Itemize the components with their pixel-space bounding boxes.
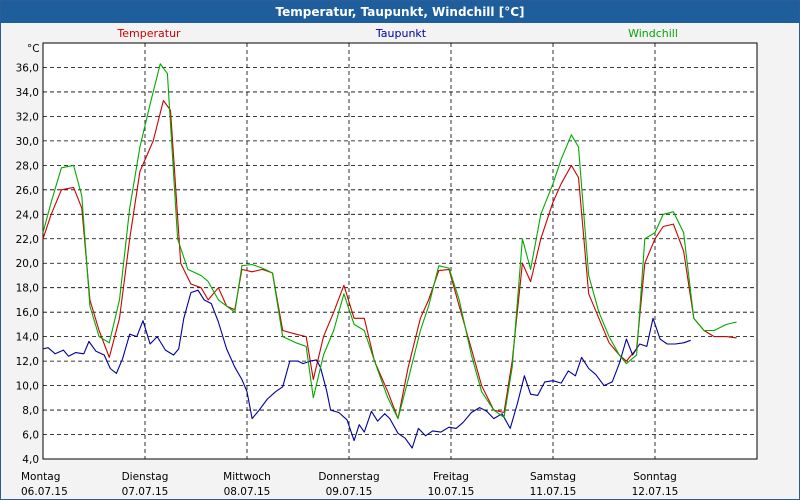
x-axis: Montag 06.07.15 Dienstag 07.07.15 Mittwoch 08…: [21, 471, 678, 498]
x-tick-day: Dienstag: [122, 471, 169, 483]
x-tick-day: Sonntag: [633, 471, 677, 483]
y-tick-label: 26,0: [16, 185, 39, 197]
y-tick-label: 12,0: [16, 356, 39, 368]
legend-windchill: Windchill: [628, 27, 678, 40]
y-tick-label: 34,0: [16, 87, 39, 99]
x-tick-day: Donnerstag: [318, 471, 379, 483]
y-tick-label: 14,0: [16, 332, 39, 344]
x-tick-day: Mittwoch: [223, 471, 271, 483]
line-chart: 4,0 6,0 8,0 10,0 12,0 14,0 16,0 18,0 20,0 22,0 24,…: [16, 27, 758, 498]
x-tick-date: 06.07.15: [21, 486, 68, 498]
chart-window: Temperatur, Taupunkt, Windchill [°C] 4,0…: [0, 0, 800, 500]
y-tick-label: 18,0: [16, 283, 39, 295]
x-tick-day: Montag: [21, 471, 60, 483]
legend: Temperatur Taupunkt Windchill: [116, 27, 678, 40]
x-tick-date: 11.07.15: [530, 486, 577, 498]
y-tick-label: 24,0: [16, 209, 39, 221]
y-tick-label: 8,0: [22, 405, 39, 417]
x-tick-date: 09.07.15: [326, 486, 373, 498]
y-tick-label: 10,0: [16, 381, 39, 393]
y-tick-label: 36,0: [16, 62, 39, 74]
x-tick-date: 07.07.15: [122, 486, 169, 498]
y-tick-label: 20,0: [16, 258, 39, 270]
y-axis-label: °C: [27, 43, 40, 55]
x-tick-date: 08.07.15: [224, 486, 271, 498]
legend-temperatur: Temperatur: [116, 27, 181, 40]
y-tick-label: 6,0: [22, 430, 39, 442]
x-tick-date: 12.07.15: [632, 486, 679, 498]
y-axis: 4,0 6,0 8,0 10,0 12,0 14,0 16,0 18,0 20,0 22,0 24,…: [16, 62, 39, 466]
x-tick-date: 10.07.15: [428, 486, 475, 498]
x-tick-day: Freitag: [433, 471, 469, 483]
legend-taupunkt: Taupunkt: [375, 27, 427, 40]
y-tick-label: 4,0: [22, 454, 39, 466]
y-tick-label: 28,0: [16, 160, 39, 172]
x-tick-day: Samstag: [530, 471, 576, 483]
y-tick-label: 30,0: [16, 136, 39, 148]
y-tick-label: 16,0: [16, 307, 39, 319]
y-tick-label: 22,0: [16, 234, 39, 246]
y-tick-label: 32,0: [16, 111, 39, 123]
